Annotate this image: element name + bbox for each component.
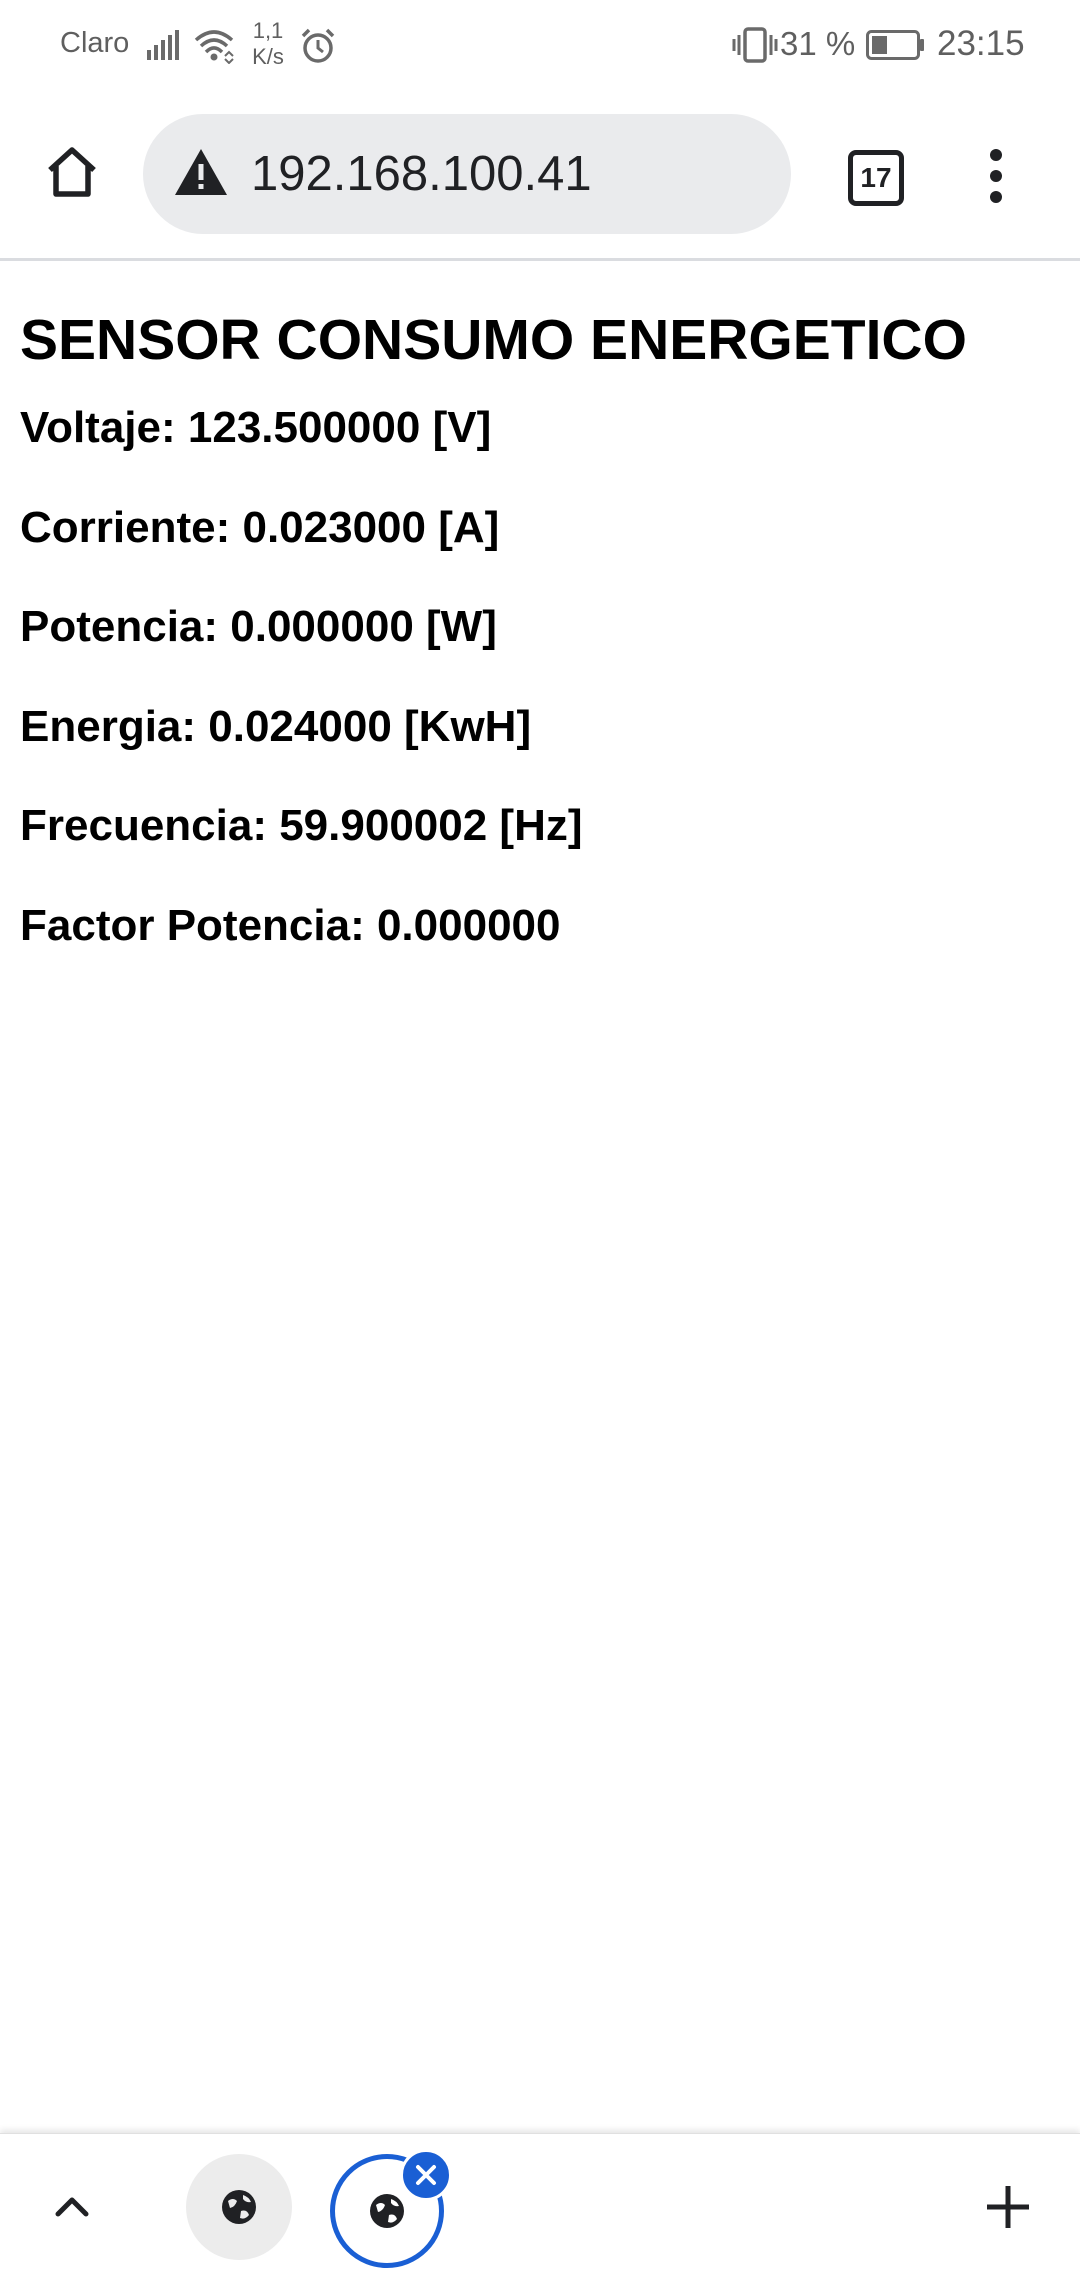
vibrate-icon (732, 27, 778, 63)
readings-list: Voltaje: 123.500000 [V] Corriente: 0.023… (20, 398, 1060, 995)
home-icon (48, 147, 96, 197)
close-tab-button[interactable] (400, 2149, 452, 2201)
battery-icon (866, 30, 924, 60)
signal-icon (147, 30, 179, 60)
reading-potencia: Potencia: 0.000000 [W] (20, 602, 497, 651)
tab-count: 17 (848, 150, 904, 206)
battery-percent: 31 % (780, 25, 856, 62)
menu-dot (990, 170, 1002, 182)
plus-icon[interactable] (975, 2174, 1041, 2240)
globe-icon (222, 2190, 256, 2224)
reading-factor-potencia: Factor Potencia: 0.000000 (20, 900, 561, 950)
browser-toolbar: 192.168.100.41 17 (0, 92, 1080, 261)
home-button[interactable] (36, 136, 108, 208)
menu-dot (990, 191, 1002, 203)
more-options-button[interactable] (960, 136, 1032, 216)
data-speed-value: 1,1 (252, 18, 284, 43)
tab-thumbnail[interactable] (186, 2154, 292, 2260)
warning-icon[interactable] (173, 147, 229, 197)
data-speed: 1,1 K/s (248, 18, 288, 70)
reading-corriente: Corriente: 0.023000 [A] (20, 502, 500, 552)
close-icon (416, 2165, 436, 2185)
clock: 23:15 (937, 24, 1025, 63)
reading-energia: Energia: 0.024000 [KwH] (20, 701, 532, 751)
page-content: SENSOR CONSUMO ENERGETICO Voltaje: 123.5… (20, 300, 1060, 995)
page-title: SENSOR CONSUMO ENERGETICO (20, 308, 967, 372)
reading-voltaje: Voltaje: 123.500000 [V] (20, 403, 492, 452)
alarm-icon (301, 28, 335, 63)
screen: Claro 1,1 K/s 31 % 23:15 192.168.100.41 … (0, 0, 1080, 2280)
status-bar: Claro 1,1 K/s 31 % 23:15 (0, 0, 1080, 92)
carrier-label: Claro (60, 27, 130, 59)
data-speed-unit: K/s (252, 44, 284, 69)
wifi-icon (194, 30, 234, 64)
url-text[interactable]: 192.168.100.41 (251, 144, 592, 204)
globe-icon (370, 2194, 404, 2228)
tab-switcher-button[interactable]: 17 (840, 142, 912, 214)
address-bar[interactable]: 192.168.100.41 (143, 114, 791, 234)
more-vert-icon (990, 149, 1002, 161)
bottom-tab-strip (0, 2133, 1080, 2280)
chevron-up-icon[interactable] (40, 2174, 104, 2238)
reading-frecuencia: Frecuencia: 59.900002 [Hz] (20, 801, 583, 850)
